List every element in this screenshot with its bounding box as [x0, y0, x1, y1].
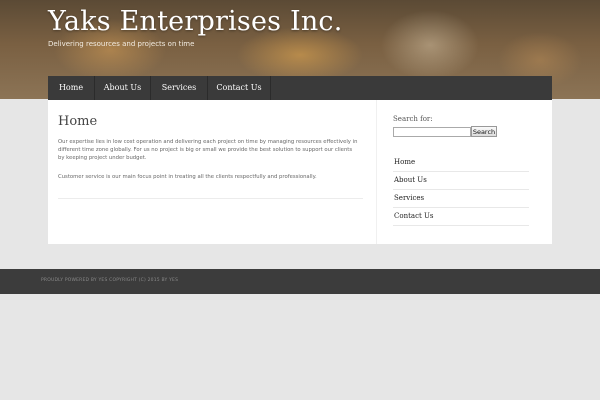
site-title[interactable]: Yaks Enterprises Inc. [48, 6, 343, 37]
service-paragraph: Customer service is our main focus point… [58, 174, 317, 180]
sidebar-item-contact-us[interactable]: Contact Us [393, 208, 529, 226]
nav-item-contact-us[interactable]: Contact Us [208, 76, 271, 100]
content-panel: Home Our expertise lies in low cost oper… [48, 100, 552, 244]
intro-paragraph: Our expertise lies in low cost operation… [58, 139, 358, 161]
footer-credits: PROUDLY POWERED BY YES COPYRIGHT (C) 201… [41, 278, 179, 283]
sidebar-item-home[interactable]: Home [393, 154, 529, 172]
main-content: Home Our expertise lies in low cost oper… [58, 114, 363, 199]
sidebar-separator [376, 100, 377, 244]
search-button[interactable]: Search [471, 126, 497, 137]
search-label: Search for: [393, 115, 433, 123]
footer: PROUDLY POWERED BY YES COPYRIGHT (C) 201… [0, 269, 600, 294]
content-divider [58, 198, 363, 199]
page-title: Home [58, 114, 98, 129]
main-nav: Home About Us Services Contact Us [48, 76, 552, 101]
search-input[interactable] [393, 127, 471, 137]
sidebar-nav: Home About Us Services Contact Us [393, 154, 529, 226]
sidebar-item-about-us[interactable]: About Us [393, 172, 529, 190]
sidebar-item-services[interactable]: Services [393, 190, 529, 208]
site-tagline: Delivering resources and projects on tim… [48, 40, 195, 48]
nav-item-about-us[interactable]: About Us [95, 76, 151, 100]
nav-item-home[interactable]: Home [48, 76, 95, 100]
nav-item-services[interactable]: Services [151, 76, 208, 100]
